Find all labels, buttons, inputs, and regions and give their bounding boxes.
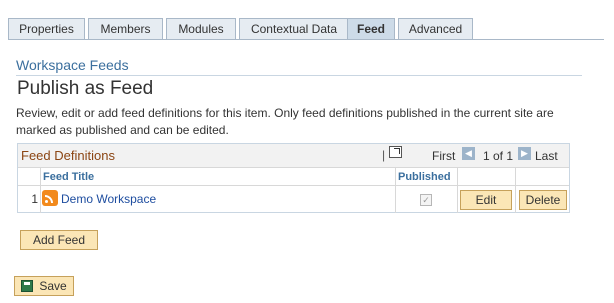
zoom-grid-icon[interactable]: [389, 146, 402, 158]
column-divider: [40, 168, 41, 213]
grid-separator: |: [382, 148, 386, 162]
feed-definitions-grid: Feed Definitions | First ◀ 1 of 1 ▶ Last…: [17, 143, 570, 213]
column-divider: [515, 168, 516, 213]
column-header-feed-title: Feed Title: [40, 168, 395, 186]
grid-header: Feed Definitions | First ◀ 1 of 1 ▶ Last: [18, 144, 569, 168]
arrow-right-icon[interactable]: ▶: [518, 147, 531, 160]
grid-title: Feed Definitions: [21, 148, 115, 163]
arrow-left-icon[interactable]: ◀: [462, 147, 475, 160]
nav-first-link[interactable]: First: [432, 149, 455, 163]
tab-members[interactable]: Members: [88, 18, 163, 39]
tab-divider: [8, 39, 604, 40]
column-header-actions: [457, 168, 569, 186]
save-icon: [21, 280, 34, 292]
rss-feed-icon: [42, 190, 58, 206]
tab-advanced[interactable]: Advanced: [398, 18, 473, 39]
tab-feed[interactable]: Feed: [347, 18, 395, 40]
row-count: 1 of 1: [483, 149, 514, 163]
tab-modules[interactable]: Modules: [166, 18, 236, 39]
column-header-num: [18, 168, 40, 186]
feed-title-link[interactable]: Demo Workspace: [61, 192, 156, 206]
published-cell: ✓: [395, 187, 457, 212]
tab-properties[interactable]: Properties: [8, 18, 85, 39]
nav-last-link[interactable]: Last: [535, 149, 558, 163]
table-row-title: Demo Workspace: [42, 187, 392, 212]
published-checkbox: ✓: [420, 193, 432, 206]
section-divider: [16, 75, 582, 76]
page-title: Publish as Feed: [17, 78, 154, 99]
delete-button[interactable]: Delete: [519, 190, 567, 210]
edit-button[interactable]: Edit: [460, 190, 512, 210]
page-description: Review, edit or add feed definitions for…: [16, 106, 554, 137]
column-divider: [457, 168, 458, 213]
add-feed-button[interactable]: Add Feed: [20, 230, 98, 250]
tab-contextual-data[interactable]: Contextual Data: [239, 18, 349, 39]
column-header-published: Published: [395, 168, 457, 186]
row-number: 1: [31, 192, 38, 206]
save-label: Save: [39, 279, 67, 293]
section-title: Workspace Feeds: [16, 57, 129, 73]
save-button[interactable]: Save: [14, 276, 74, 296]
